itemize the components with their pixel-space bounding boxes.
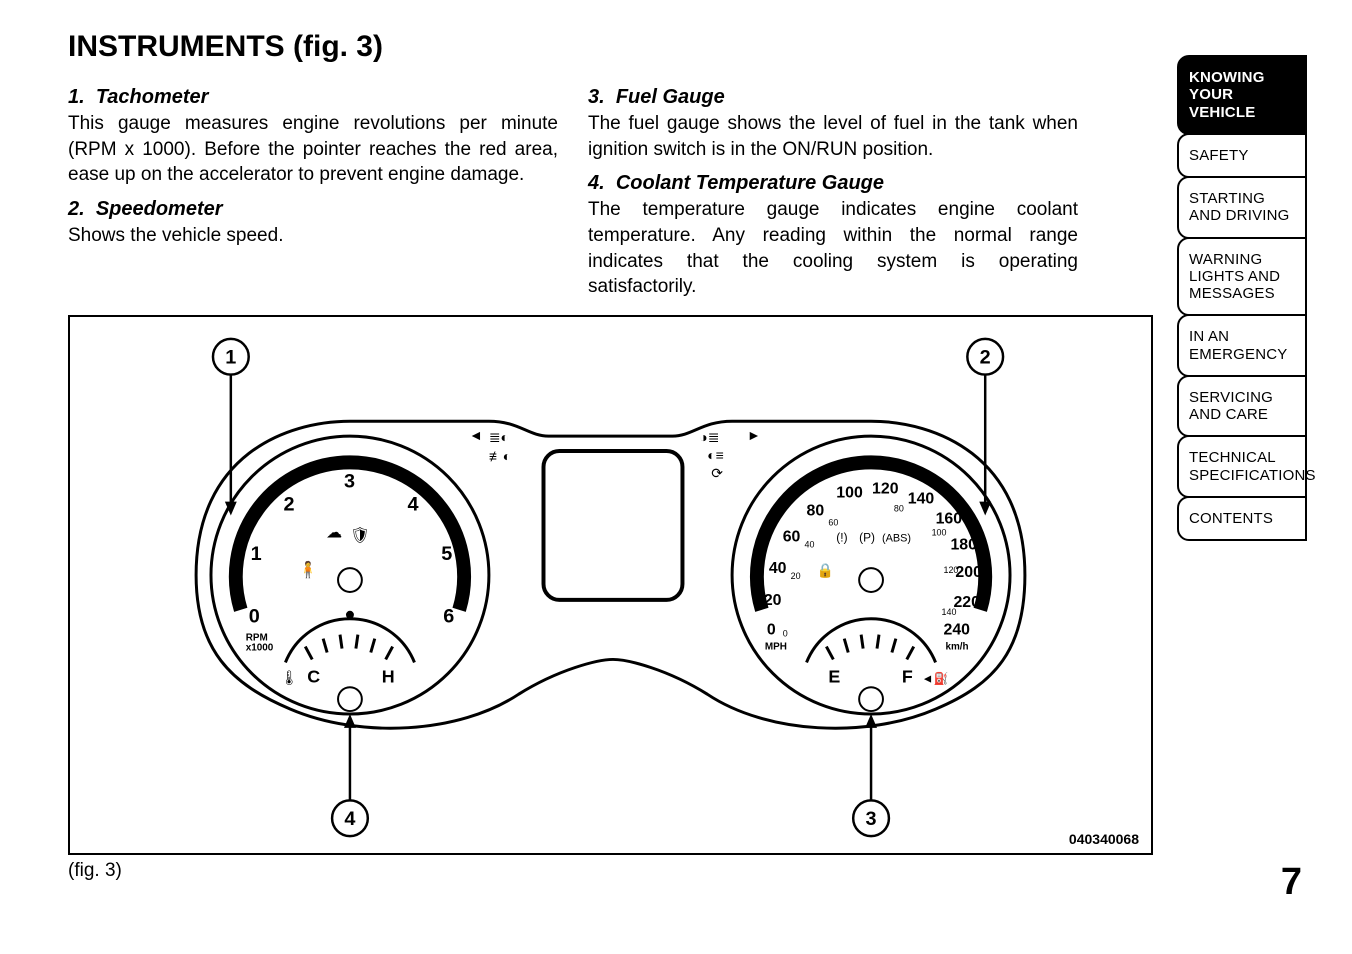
figure-box: 0 1 2 3 4 5 6 RPM x1000 ☁ 🛡 🧍 [68,315,1153,855]
svg-text:60: 60 [828,517,838,527]
svg-text:1: 1 [251,543,262,565]
svg-text:(P): (P) [859,530,875,544]
svg-text:C: C [307,666,320,686]
callout-3: 3 [853,714,889,836]
svg-text:MPH: MPH [765,642,787,653]
item-1-body: This gauge measures engine revolutions p… [68,111,558,188]
svg-text:F: F [902,666,913,686]
svg-text:🛡: 🛡 [350,526,370,544]
svg-text:◐≡: ◐≡ [707,447,723,463]
tab-contents[interactable]: CONTENTS [1177,496,1307,541]
item-3-body: The fuel gauge shows the level of fuel i… [588,111,1078,162]
svg-text:80: 80 [894,504,904,514]
svg-text:E: E [828,666,840,686]
item-4-body: The temperature gauge indicates engine c… [588,197,1078,300]
svg-text:≢◐: ≢◐ [489,448,511,464]
icon-column-left: ◄ ≣◐ ≢◐ [469,427,511,464]
svg-text:140: 140 [908,491,935,508]
svg-text:🧍: 🧍 [298,560,318,579]
svg-text:🌡: 🌡 [280,669,298,685]
svg-text:240: 240 [944,622,971,639]
svg-text:0: 0 [783,629,788,639]
item-4-head: 4. Coolant Temperature Gauge [588,170,1078,197]
svg-text:120: 120 [872,481,899,498]
tab-warning-lights[interactable]: WARNING LIGHTS AND MESSAGES [1177,237,1307,317]
text-column-left: 1. Tachometer This gauge measures engine… [68,78,558,308]
svg-text:120: 120 [944,565,959,575]
center-display [544,451,683,600]
svg-text:3: 3 [866,808,877,830]
svg-text:100: 100 [836,485,863,502]
svg-text:◄⛽: ◄⛽ [922,671,949,685]
svg-text:40: 40 [805,539,815,549]
svg-text:20: 20 [764,592,782,609]
speedometer-gauge: 0 20 40 60 80 100 120 140 160 180 200 22… [732,436,1010,714]
svg-text:5: 5 [441,543,452,565]
icon-column-right: ► ◑≣ ◐≡ ⟳ [699,427,760,481]
page-number: 7 [1281,861,1302,904]
coolant-temp-gauge: C H 🌡 [280,619,414,711]
figure-caption: (fig. 3) [68,860,122,882]
text-column-right: 3. Fuel Gauge The fuel gauge shows the l… [588,78,1078,308]
svg-text:2: 2 [980,347,991,369]
fuel-gauge: E F ◄⛽ [807,619,949,711]
svg-text:160: 160 [936,510,963,527]
svg-text:≣◐: ≣◐ [489,429,509,445]
svg-text:(ABS): (ABS) [882,532,911,544]
tab-starting-and-driving[interactable]: STARTING AND DRIVING [1177,176,1307,239]
svg-text:4: 4 [344,808,355,830]
tab-safety[interactable]: SAFETY [1177,133,1307,178]
svg-text:►: ► [747,427,761,443]
tab-in-an-emergency[interactable]: IN AN EMERGENCY [1177,314,1307,377]
tab-technical-specs[interactable]: TECHNICAL SPECIFICATIONS [1177,435,1307,498]
svg-text:20: 20 [791,571,801,581]
svg-text:200: 200 [955,564,982,581]
svg-text:220: 220 [953,594,980,611]
svg-text:◄: ◄ [469,427,483,443]
item-1-head: 1. Tachometer [68,84,558,111]
tachometer-gauge: 0 1 2 3 4 5 6 RPM x1000 ☁ 🛡 🧍 [211,436,489,714]
svg-text:6: 6 [443,606,454,628]
svg-text:⟳: ⟳ [711,465,723,481]
svg-text:60: 60 [783,528,801,545]
item-2-body: Shows the vehicle speed. [68,223,558,249]
tab-servicing-and-care[interactable]: SERVICING AND CARE [1177,375,1307,438]
svg-text:40: 40 [769,560,787,577]
callout-4: 4 [332,714,368,836]
svg-text:☁: ☁ [326,524,342,541]
svg-text:🔒: 🔒 [816,562,833,579]
item-2-head: 2. Speedometer [68,196,558,223]
callout-2: 2 [967,339,1003,516]
svg-text:H: H [382,666,395,686]
section-tabs-sidebar: KNOWING YOUR VEHICLE SAFETY STARTING AND… [1177,55,1307,539]
svg-text:◑≣: ◑≣ [699,429,719,445]
figure-code: 040340068 [1069,831,1139,847]
svg-text:0: 0 [249,606,260,628]
instrument-cluster-diagram: 0 1 2 3 4 5 6 RPM x1000 ☁ 🛡 🧍 [70,317,1151,853]
svg-text:0: 0 [767,622,776,639]
page-heading: INSTRUMENTS (fig. 3) [68,30,1168,64]
item-3-head: 3. Fuel Gauge [588,84,1078,111]
svg-text:x1000: x1000 [246,643,274,654]
svg-text:4: 4 [408,494,419,516]
svg-text:km/h: km/h [946,642,969,653]
tab-knowing-your-vehicle[interactable]: KNOWING YOUR VEHICLE [1177,55,1307,135]
svg-text:180: 180 [950,536,977,553]
svg-text:(!): (!) [836,530,847,544]
svg-text:140: 140 [942,607,957,617]
svg-text:3: 3 [344,471,355,493]
svg-text:1: 1 [225,347,236,369]
svg-text:2: 2 [283,494,294,516]
svg-text:80: 80 [807,503,825,520]
svg-text:100: 100 [932,527,947,537]
